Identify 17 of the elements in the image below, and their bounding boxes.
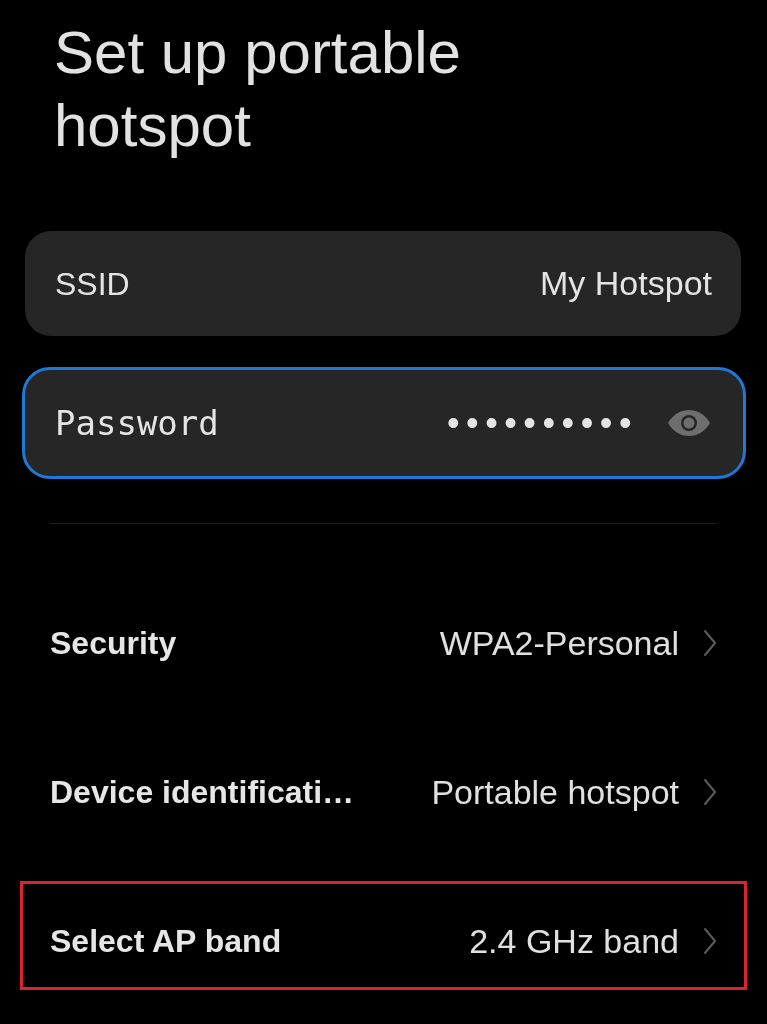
password-label: Password bbox=[55, 401, 219, 445]
password-field[interactable]: Password •••••••••• bbox=[22, 367, 746, 479]
setting-value: Portable hotspot bbox=[431, 771, 679, 813]
chevron-right-icon bbox=[703, 629, 717, 657]
eye-icon[interactable] bbox=[668, 410, 710, 436]
ssid-value: My Hotspot bbox=[540, 263, 712, 304]
password-value: •••••••••• bbox=[446, 401, 638, 445]
ssid-label: SSID bbox=[55, 264, 130, 304]
setting-label[interactable]: Select AP band bbox=[50, 917, 282, 965]
setting-label[interactable]: Device identificati… bbox=[50, 768, 355, 816]
chevron-right-icon bbox=[703, 778, 717, 806]
setting-label[interactable]: Security bbox=[50, 619, 177, 667]
ssid-field[interactable]: SSID My Hotspot bbox=[25, 231, 741, 336]
setting-value: WPA2-Personal bbox=[439, 622, 679, 664]
setting-value: 2.4 GHz band bbox=[469, 920, 679, 962]
chevron-right-icon bbox=[703, 927, 717, 955]
page-title: Set up portable hotspot bbox=[54, 18, 462, 161]
